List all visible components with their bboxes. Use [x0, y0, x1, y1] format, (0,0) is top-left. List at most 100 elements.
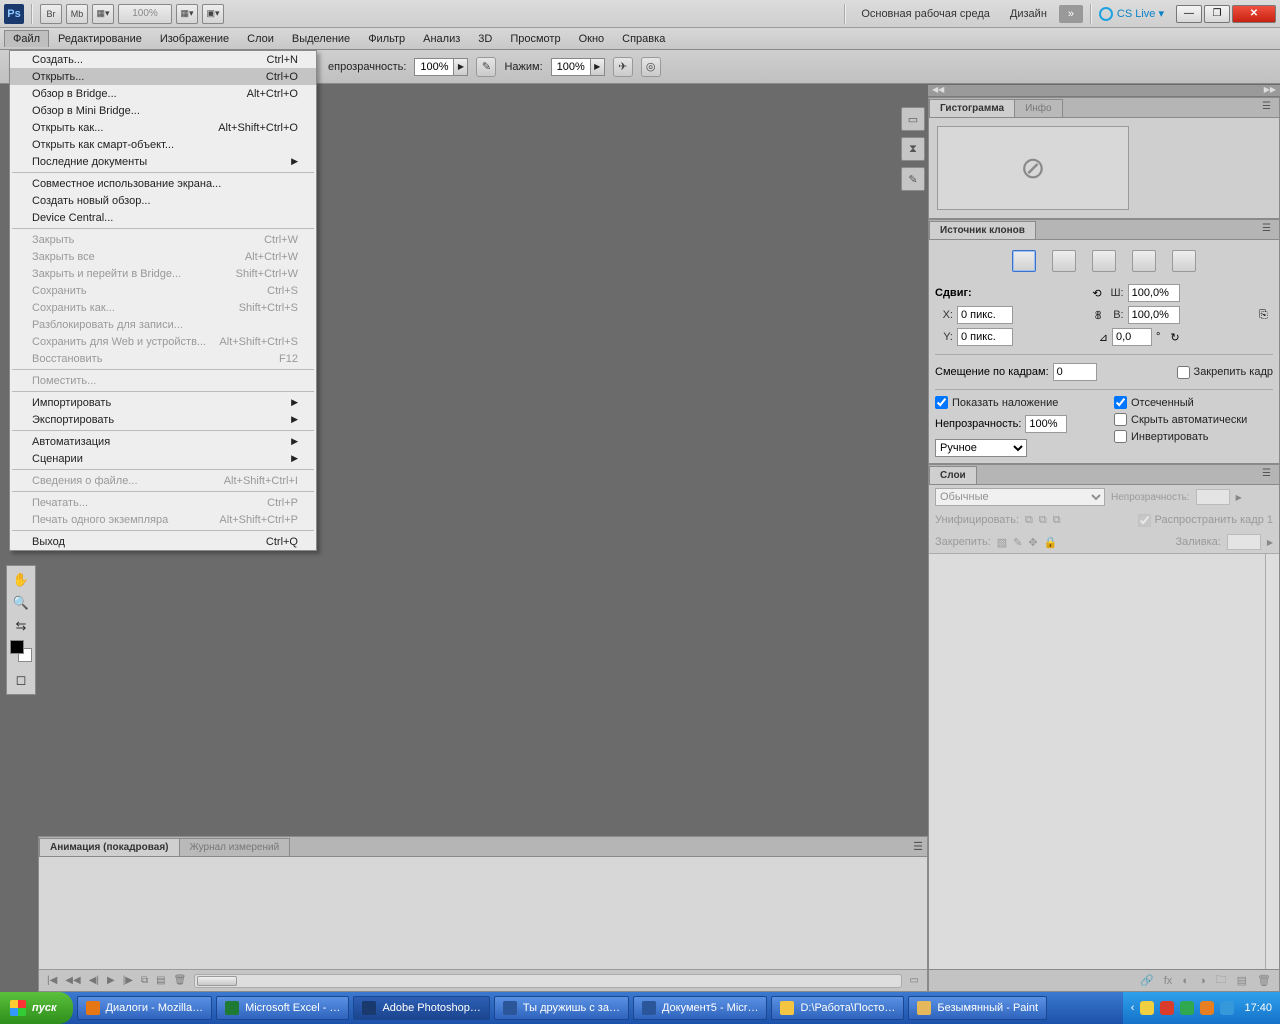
- link-constrain-icon[interactable]: ⎘: [1259, 309, 1268, 322]
- menu-file[interactable]: Файл: [4, 30, 49, 47]
- panel-menu-icon[interactable]: ☰: [1262, 468, 1276, 480]
- menu-item[interactable]: Обзор в Mini Bridge...: [10, 102, 316, 119]
- clipped-checkbox[interactable]: Отсеченный: [1114, 396, 1273, 409]
- lock-transparency-icon[interactable]: ▧: [997, 536, 1007, 549]
- convert-timeline-button[interactable]: ▭: [910, 975, 919, 986]
- menu-item[interactable]: Открыть как...Alt+Shift+Ctrl+O: [10, 119, 316, 136]
- link-layers-icon[interactable]: 🔗: [1140, 974, 1154, 987]
- menu-image[interactable]: Изображение: [151, 30, 238, 48]
- link-icon[interactable]: 𝟠: [1095, 309, 1102, 322]
- taskbar-item[interactable]: Безымянный - Paint: [908, 996, 1047, 1020]
- layers-scrollbar[interactable]: [1265, 554, 1279, 969]
- collapsed-panel-icon[interactable]: ⧗: [901, 137, 925, 161]
- tray-icon[interactable]: [1200, 1001, 1214, 1015]
- menu-item[interactable]: Последние документы▶: [10, 153, 316, 170]
- tray-icon[interactable]: [1180, 1001, 1194, 1015]
- unify-position-icon[interactable]: ⧉: [1025, 514, 1033, 527]
- menu-view[interactable]: Просмотр: [501, 30, 569, 48]
- tab-layers[interactable]: Слои: [929, 466, 977, 484]
- prev-frame-button[interactable]: ◀◀: [65, 975, 80, 986]
- tab-info[interactable]: Инфо: [1014, 99, 1063, 117]
- new-group-icon[interactable]: 🗀: [1216, 971, 1227, 990]
- unify-style-icon[interactable]: ⧉: [1053, 514, 1061, 527]
- taskbar-item[interactable]: Документ5 - Micr…: [633, 996, 767, 1020]
- layer-opacity-input[interactable]: [1196, 489, 1230, 505]
- lock-all-icon[interactable]: 🔒: [1044, 536, 1058, 549]
- first-frame-button[interactable]: |◀: [47, 975, 57, 986]
- panel-menu-icon[interactable]: ☰: [1262, 101, 1276, 113]
- taskbar-item[interactable]: Microsoft Excel - …: [216, 996, 349, 1020]
- hand-tool[interactable]: ✋: [9, 569, 33, 591]
- flow-flyout-button[interactable]: ▶: [591, 58, 605, 76]
- menu-item[interactable]: ВыходCtrl+Q: [10, 533, 316, 550]
- tween-button[interactable]: ⧉: [141, 975, 148, 986]
- layer-mask-icon[interactable]: ◐: [1182, 975, 1189, 987]
- menu-item[interactable]: Экспортировать▶: [10, 411, 316, 428]
- color-swatches[interactable]: [10, 640, 32, 662]
- workspace-essentials[interactable]: Основная рабочая среда: [853, 8, 998, 20]
- offset-y-input[interactable]: [957, 328, 1013, 346]
- tray-expand-icon[interactable]: ‹: [1131, 1002, 1135, 1014]
- menu-item[interactable]: Совместное использование экрана...: [10, 175, 316, 192]
- tray-icon[interactable]: [1140, 1001, 1154, 1015]
- taskbar-item[interactable]: D:\Работа\Посто…: [771, 996, 904, 1020]
- menu-layers[interactable]: Слои: [238, 30, 283, 48]
- opacity-input[interactable]: [414, 58, 454, 76]
- clock[interactable]: 17:40: [1244, 1002, 1272, 1014]
- menu-item[interactable]: Создать новый обзор...: [10, 192, 316, 209]
- layer-style-icon[interactable]: fx: [1164, 975, 1173, 987]
- new-frame-button[interactable]: ▤: [156, 975, 165, 986]
- collapsed-panel-icon[interactable]: ✎: [901, 167, 925, 191]
- window-close-button[interactable]: ✕: [1232, 5, 1276, 23]
- clone-source-5[interactable]: [1172, 250, 1196, 272]
- tray-icon[interactable]: [1160, 1001, 1174, 1015]
- workspace-design[interactable]: Дизайн: [1002, 8, 1055, 20]
- arrange-docs-button[interactable]: ▦▾: [176, 4, 198, 24]
- offset-x-input[interactable]: [957, 306, 1013, 324]
- menu-edit[interactable]: Редактирование: [49, 30, 151, 48]
- new-layer-icon[interactable]: ▤: [1237, 974, 1247, 987]
- overlay-opacity-input[interactable]: [1025, 415, 1067, 433]
- menu-item[interactable]: Автоматизация▶: [10, 433, 316, 450]
- opacity-flyout-button[interactable]: ▶: [454, 58, 468, 76]
- step-fwd-button[interactable]: |▶: [123, 975, 133, 986]
- menu-select[interactable]: Выделение: [283, 30, 359, 48]
- taskbar-item[interactable]: Ты дружишь с за…: [494, 996, 629, 1020]
- tablet-pressure-opacity-icon[interactable]: ✎: [476, 57, 496, 77]
- invert-checkbox[interactable]: Инвертировать: [1114, 430, 1273, 443]
- taskbar-item[interactable]: Диалоги - Mozilla…: [77, 996, 213, 1020]
- clone-source-4[interactable]: [1132, 250, 1156, 272]
- step-back-button[interactable]: ◀|: [89, 975, 99, 986]
- tab-measurement-log[interactable]: Журнал измерений: [179, 838, 291, 856]
- scale-h-input[interactable]: [1128, 306, 1180, 324]
- start-button[interactable]: пуск: [0, 992, 73, 1024]
- screen-mode-button[interactable]: ▣▾: [202, 4, 224, 24]
- panel-menu-icon[interactable]: ☰: [913, 840, 923, 853]
- clone-source-1[interactable]: [1012, 250, 1036, 272]
- menu-filter[interactable]: Фильтр: [359, 30, 414, 48]
- menu-help[interactable]: Справка: [613, 30, 674, 48]
- window-maximize-button[interactable]: ❐: [1204, 5, 1230, 23]
- bridge-button[interactable]: Br: [40, 4, 62, 24]
- tablet-pressure-size-icon[interactable]: ◎: [641, 57, 661, 77]
- menu-3d[interactable]: 3D: [469, 30, 501, 48]
- menu-item[interactable]: Открыть...Ctrl+O: [10, 68, 316, 85]
- cs-live-button[interactable]: CS Live ▾: [1099, 7, 1164, 21]
- adjustment-layer-icon[interactable]: ◑: [1199, 975, 1206, 987]
- menu-window[interactable]: Окно: [570, 30, 614, 48]
- tab-animation[interactable]: Анимация (покадровая): [39, 838, 180, 856]
- collapsed-panel-icon[interactable]: ▭: [901, 107, 925, 131]
- menu-item[interactable]: Создать...Ctrl+N: [10, 51, 316, 68]
- menu-analysis[interactable]: Анализ: [414, 30, 469, 48]
- auto-hide-checkbox[interactable]: Скрыть автоматически: [1114, 413, 1273, 426]
- zoom-tool[interactable]: 🔍: [9, 592, 33, 614]
- menu-item[interactable]: Device Central...: [10, 209, 316, 226]
- foreground-background-swap-icon[interactable]: ⇆: [9, 615, 33, 637]
- lock-position-icon[interactable]: ✥: [1028, 536, 1037, 549]
- frame-offset-input[interactable]: [1053, 363, 1097, 381]
- menu-item[interactable]: Сценарии▶: [10, 450, 316, 467]
- delete-frame-button[interactable]: 🗑: [174, 975, 187, 986]
- clone-source-3[interactable]: [1092, 250, 1116, 272]
- reset-transform-icon[interactable]: ↻: [1170, 331, 1179, 344]
- delete-layer-icon[interactable]: 🗑: [1257, 974, 1271, 987]
